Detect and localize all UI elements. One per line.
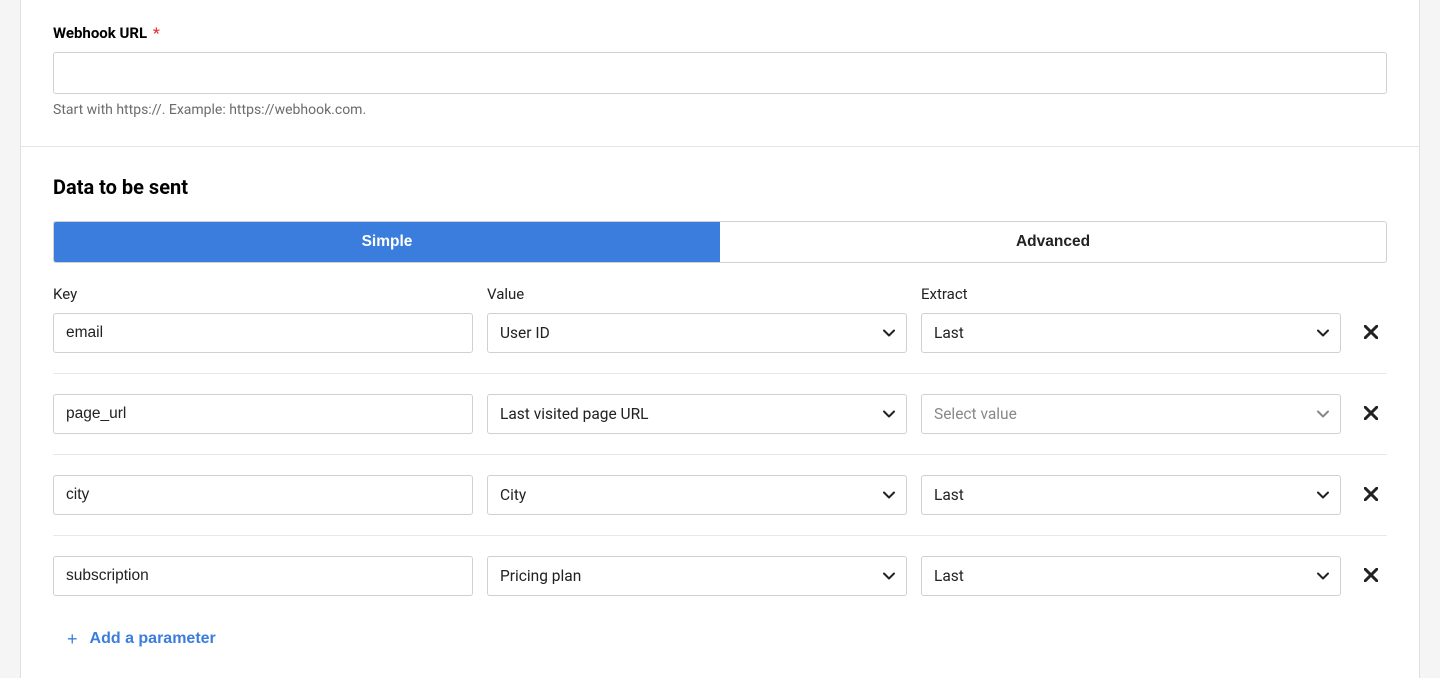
value-select-wrap: Pricing plan bbox=[487, 556, 907, 596]
webhook-url-label: Webhook URL * bbox=[53, 24, 1387, 42]
extract-select-wrap: Last bbox=[921, 556, 1341, 596]
extract-select-wrap: Last bbox=[921, 475, 1341, 515]
column-header-key: Key bbox=[53, 285, 473, 303]
remove-row-button[interactable] bbox=[1355, 479, 1387, 511]
remove-row-button[interactable] bbox=[1355, 560, 1387, 592]
key-input[interactable] bbox=[53, 556, 473, 596]
mode-tabs: Simple Advanced bbox=[53, 221, 1387, 263]
plus-icon: + bbox=[67, 630, 78, 648]
webhook-section: Webhook URL * Start with https://. Examp… bbox=[21, 0, 1419, 147]
value-select[interactable]: Pricing plan bbox=[487, 556, 907, 596]
extract-select-wrap: Select value bbox=[921, 394, 1341, 434]
close-icon bbox=[1364, 487, 1378, 504]
table-row: Pricing plan Last bbox=[53, 556, 1387, 616]
extract-select[interactable]: Last bbox=[921, 556, 1341, 596]
webhook-url-help: Start with https://. Example: https://we… bbox=[53, 102, 1387, 118]
column-header-extract: Extract bbox=[921, 285, 1341, 303]
table-row: Last visited page URL Select value bbox=[53, 394, 1387, 455]
key-input[interactable] bbox=[53, 475, 473, 515]
add-parameter-button[interactable]: + Add a parameter bbox=[67, 624, 216, 654]
webhook-url-input[interactable] bbox=[53, 52, 1387, 94]
close-icon bbox=[1364, 325, 1378, 342]
required-marker: * bbox=[153, 24, 160, 42]
close-icon bbox=[1364, 406, 1378, 423]
close-icon bbox=[1364, 568, 1378, 585]
data-section: Data to be sent Simple Advanced Key Valu… bbox=[21, 147, 1419, 678]
value-select-wrap: City bbox=[487, 475, 907, 515]
column-header-value: Value bbox=[487, 285, 907, 303]
webhook-url-label-text: Webhook URL bbox=[53, 24, 147, 42]
value-select[interactable]: User ID bbox=[487, 313, 907, 353]
table-row: User ID Last bbox=[53, 313, 1387, 374]
key-input[interactable] bbox=[53, 394, 473, 434]
value-select-wrap: Last visited page URL bbox=[487, 394, 907, 434]
data-section-title: Data to be sent bbox=[53, 175, 1387, 199]
column-headers: Key Value Extract bbox=[53, 285, 1387, 303]
remove-row-button[interactable] bbox=[1355, 317, 1387, 349]
remove-row-button[interactable] bbox=[1355, 398, 1387, 430]
tab-advanced[interactable]: Advanced bbox=[720, 222, 1386, 262]
value-select[interactable]: Last visited page URL bbox=[487, 394, 907, 434]
tab-simple[interactable]: Simple bbox=[54, 222, 720, 262]
value-select[interactable]: City bbox=[487, 475, 907, 515]
value-select-wrap: User ID bbox=[487, 313, 907, 353]
form-container: Webhook URL * Start with https://. Examp… bbox=[20, 0, 1420, 678]
parameter-rows: User ID Last Last visited page URL bbox=[53, 313, 1387, 624]
extract-select[interactable]: Last bbox=[921, 313, 1341, 353]
extract-select-wrap: Last bbox=[921, 313, 1341, 353]
extract-select[interactable]: Last bbox=[921, 475, 1341, 515]
key-input[interactable] bbox=[53, 313, 473, 353]
extract-select[interactable]: Select value bbox=[921, 394, 1341, 434]
table-row: City Last bbox=[53, 475, 1387, 536]
add-parameter-label: Add a parameter bbox=[90, 630, 216, 648]
